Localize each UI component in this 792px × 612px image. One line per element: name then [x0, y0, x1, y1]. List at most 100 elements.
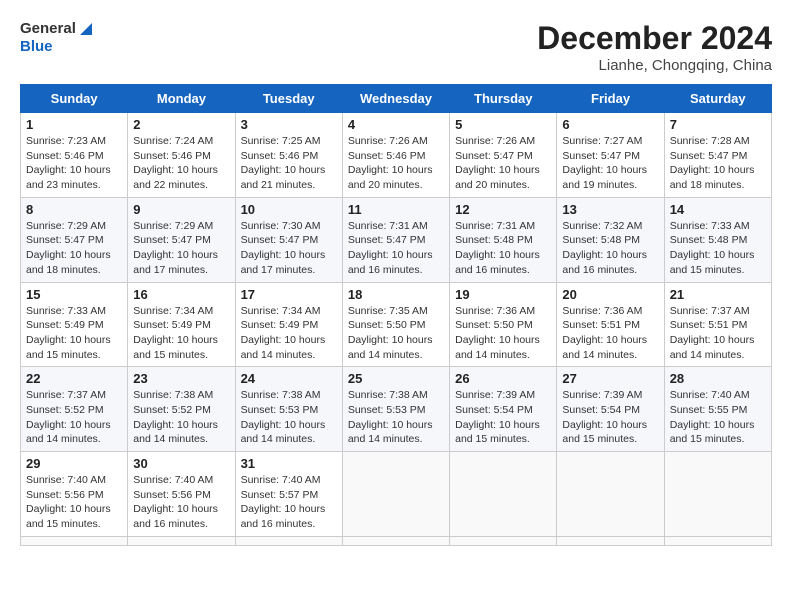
- day-number: 28: [670, 371, 766, 386]
- day-info: Sunrise: 7:37 AM Sunset: 5:52 PM Dayligh…: [26, 388, 122, 447]
- day-number: 5: [455, 117, 551, 132]
- calendar-cell: 14 Sunrise: 7:33 AM Sunset: 5:48 PM Dayl…: [664, 197, 771, 282]
- day-info: Sunrise: 7:33 AM Sunset: 5:48 PM Dayligh…: [670, 219, 766, 278]
- day-number: 8: [26, 202, 122, 217]
- day-info: Sunrise: 7:29 AM Sunset: 5:47 PM Dayligh…: [26, 219, 122, 278]
- calendar-row: [21, 536, 772, 545]
- calendar-cell: 20 Sunrise: 7:36 AM Sunset: 5:51 PM Dayl…: [557, 282, 664, 367]
- calendar-cell: 11 Sunrise: 7:31 AM Sunset: 5:47 PM Dayl…: [342, 197, 449, 282]
- day-number: 17: [241, 287, 337, 302]
- month-title: December 2024: [537, 20, 772, 57]
- day-info: Sunrise: 7:40 AM Sunset: 5:57 PM Dayligh…: [241, 473, 337, 532]
- day-number: 21: [670, 287, 766, 302]
- calendar-cell: 3 Sunrise: 7:25 AM Sunset: 5:46 PM Dayli…: [235, 113, 342, 198]
- day-number: 24: [241, 371, 337, 386]
- weekday-header-sunday: Sunday: [21, 85, 128, 113]
- calendar-cell: 17 Sunrise: 7:34 AM Sunset: 5:49 PM Dayl…: [235, 282, 342, 367]
- day-info: Sunrise: 7:38 AM Sunset: 5:52 PM Dayligh…: [133, 388, 229, 447]
- day-number: 1: [26, 117, 122, 132]
- day-info: Sunrise: 7:38 AM Sunset: 5:53 PM Dayligh…: [241, 388, 337, 447]
- day-number: 3: [241, 117, 337, 132]
- calendar-cell: 28 Sunrise: 7:40 AM Sunset: 5:55 PM Dayl…: [664, 367, 771, 452]
- calendar-row: 8 Sunrise: 7:29 AM Sunset: 5:47 PM Dayli…: [21, 197, 772, 282]
- calendar-cell: 5 Sunrise: 7:26 AM Sunset: 5:47 PM Dayli…: [450, 113, 557, 198]
- day-info: Sunrise: 7:36 AM Sunset: 5:50 PM Dayligh…: [455, 304, 551, 363]
- day-info: Sunrise: 7:31 AM Sunset: 5:47 PM Dayligh…: [348, 219, 444, 278]
- page-header: General Blue December 2024 Lianhe, Chong…: [20, 20, 772, 74]
- logo: General Blue: [20, 20, 94, 56]
- day-number: 6: [562, 117, 658, 132]
- calendar-cell: 19 Sunrise: 7:36 AM Sunset: 5:50 PM Dayl…: [450, 282, 557, 367]
- calendar-cell: 1 Sunrise: 7:23 AM Sunset: 5:46 PM Dayli…: [21, 113, 128, 198]
- weekday-header-tuesday: Tuesday: [235, 85, 342, 113]
- calendar-cell: 12 Sunrise: 7:31 AM Sunset: 5:48 PM Dayl…: [450, 197, 557, 282]
- weekday-header-monday: Monday: [128, 85, 235, 113]
- calendar-row: 15 Sunrise: 7:33 AM Sunset: 5:49 PM Dayl…: [21, 282, 772, 367]
- calendar-table: SundayMondayTuesdayWednesdayThursdayFrid…: [20, 84, 772, 546]
- day-info: Sunrise: 7:40 AM Sunset: 5:56 PM Dayligh…: [26, 473, 122, 532]
- day-number: 31: [241, 456, 337, 471]
- calendar-cell: [342, 536, 449, 545]
- day-info: Sunrise: 7:26 AM Sunset: 5:46 PM Dayligh…: [348, 134, 444, 193]
- day-number: 16: [133, 287, 229, 302]
- calendar-cell: 2 Sunrise: 7:24 AM Sunset: 5:46 PM Dayli…: [128, 113, 235, 198]
- calendar-cell: 8 Sunrise: 7:29 AM Sunset: 5:47 PM Dayli…: [21, 197, 128, 282]
- calendar-cell: 16 Sunrise: 7:34 AM Sunset: 5:49 PM Dayl…: [128, 282, 235, 367]
- day-number: 7: [670, 117, 766, 132]
- weekday-header-thursday: Thursday: [450, 85, 557, 113]
- day-info: Sunrise: 7:29 AM Sunset: 5:47 PM Dayligh…: [133, 219, 229, 278]
- day-number: 13: [562, 202, 658, 217]
- day-number: 30: [133, 456, 229, 471]
- calendar-cell: [235, 536, 342, 545]
- calendar-cell: 27 Sunrise: 7:39 AM Sunset: 5:54 PM Dayl…: [557, 367, 664, 452]
- day-number: 22: [26, 371, 122, 386]
- calendar-cell: 18 Sunrise: 7:35 AM Sunset: 5:50 PM Dayl…: [342, 282, 449, 367]
- calendar-cell: [450, 452, 557, 537]
- day-info: Sunrise: 7:37 AM Sunset: 5:51 PM Dayligh…: [670, 304, 766, 363]
- logo-text: General Blue: [20, 20, 94, 56]
- day-info: Sunrise: 7:25 AM Sunset: 5:46 PM Dayligh…: [241, 134, 337, 193]
- day-info: Sunrise: 7:39 AM Sunset: 5:54 PM Dayligh…: [562, 388, 658, 447]
- calendar-cell: [21, 536, 128, 545]
- calendar-cell: 29 Sunrise: 7:40 AM Sunset: 5:56 PM Dayl…: [21, 452, 128, 537]
- calendar-cell: 25 Sunrise: 7:38 AM Sunset: 5:53 PM Dayl…: [342, 367, 449, 452]
- day-info: Sunrise: 7:38 AM Sunset: 5:53 PM Dayligh…: [348, 388, 444, 447]
- day-info: Sunrise: 7:24 AM Sunset: 5:46 PM Dayligh…: [133, 134, 229, 193]
- calendar-cell: 21 Sunrise: 7:37 AM Sunset: 5:51 PM Dayl…: [664, 282, 771, 367]
- day-number: 12: [455, 202, 551, 217]
- day-number: 14: [670, 202, 766, 217]
- location: Lianhe, Chongqing, China: [537, 57, 772, 74]
- weekday-header-friday: Friday: [557, 85, 664, 113]
- day-info: Sunrise: 7:23 AM Sunset: 5:46 PM Dayligh…: [26, 134, 122, 193]
- calendar-row: 29 Sunrise: 7:40 AM Sunset: 5:56 PM Dayl…: [21, 452, 772, 537]
- day-info: Sunrise: 7:35 AM Sunset: 5:50 PM Dayligh…: [348, 304, 444, 363]
- calendar-cell: 22 Sunrise: 7:37 AM Sunset: 5:52 PM Dayl…: [21, 367, 128, 452]
- calendar-cell: 9 Sunrise: 7:29 AM Sunset: 5:47 PM Dayli…: [128, 197, 235, 282]
- calendar-cell: [664, 536, 771, 545]
- day-number: 15: [26, 287, 122, 302]
- day-number: 10: [241, 202, 337, 217]
- day-number: 27: [562, 371, 658, 386]
- weekday-header-row: SundayMondayTuesdayWednesdayThursdayFrid…: [21, 85, 772, 113]
- calendar-cell: 13 Sunrise: 7:32 AM Sunset: 5:48 PM Dayl…: [557, 197, 664, 282]
- day-number: 2: [133, 117, 229, 132]
- day-number: 20: [562, 287, 658, 302]
- calendar-row: 1 Sunrise: 7:23 AM Sunset: 5:46 PM Dayli…: [21, 113, 772, 198]
- calendar-cell: 30 Sunrise: 7:40 AM Sunset: 5:56 PM Dayl…: [128, 452, 235, 537]
- calendar-cell: 24 Sunrise: 7:38 AM Sunset: 5:53 PM Dayl…: [235, 367, 342, 452]
- calendar-cell: [128, 536, 235, 545]
- day-info: Sunrise: 7:30 AM Sunset: 5:47 PM Dayligh…: [241, 219, 337, 278]
- day-number: 19: [455, 287, 551, 302]
- day-number: 9: [133, 202, 229, 217]
- calendar-cell: 4 Sunrise: 7:26 AM Sunset: 5:46 PM Dayli…: [342, 113, 449, 198]
- day-number: 29: [26, 456, 122, 471]
- day-info: Sunrise: 7:40 AM Sunset: 5:56 PM Dayligh…: [133, 473, 229, 532]
- calendar-cell: 6 Sunrise: 7:27 AM Sunset: 5:47 PM Dayli…: [557, 113, 664, 198]
- day-info: Sunrise: 7:34 AM Sunset: 5:49 PM Dayligh…: [241, 304, 337, 363]
- calendar-cell: [342, 452, 449, 537]
- day-info: Sunrise: 7:40 AM Sunset: 5:55 PM Dayligh…: [670, 388, 766, 447]
- day-number: 25: [348, 371, 444, 386]
- day-number: 18: [348, 287, 444, 302]
- calendar-cell: 7 Sunrise: 7:28 AM Sunset: 5:47 PM Dayli…: [664, 113, 771, 198]
- calendar-cell: 26 Sunrise: 7:39 AM Sunset: 5:54 PM Dayl…: [450, 367, 557, 452]
